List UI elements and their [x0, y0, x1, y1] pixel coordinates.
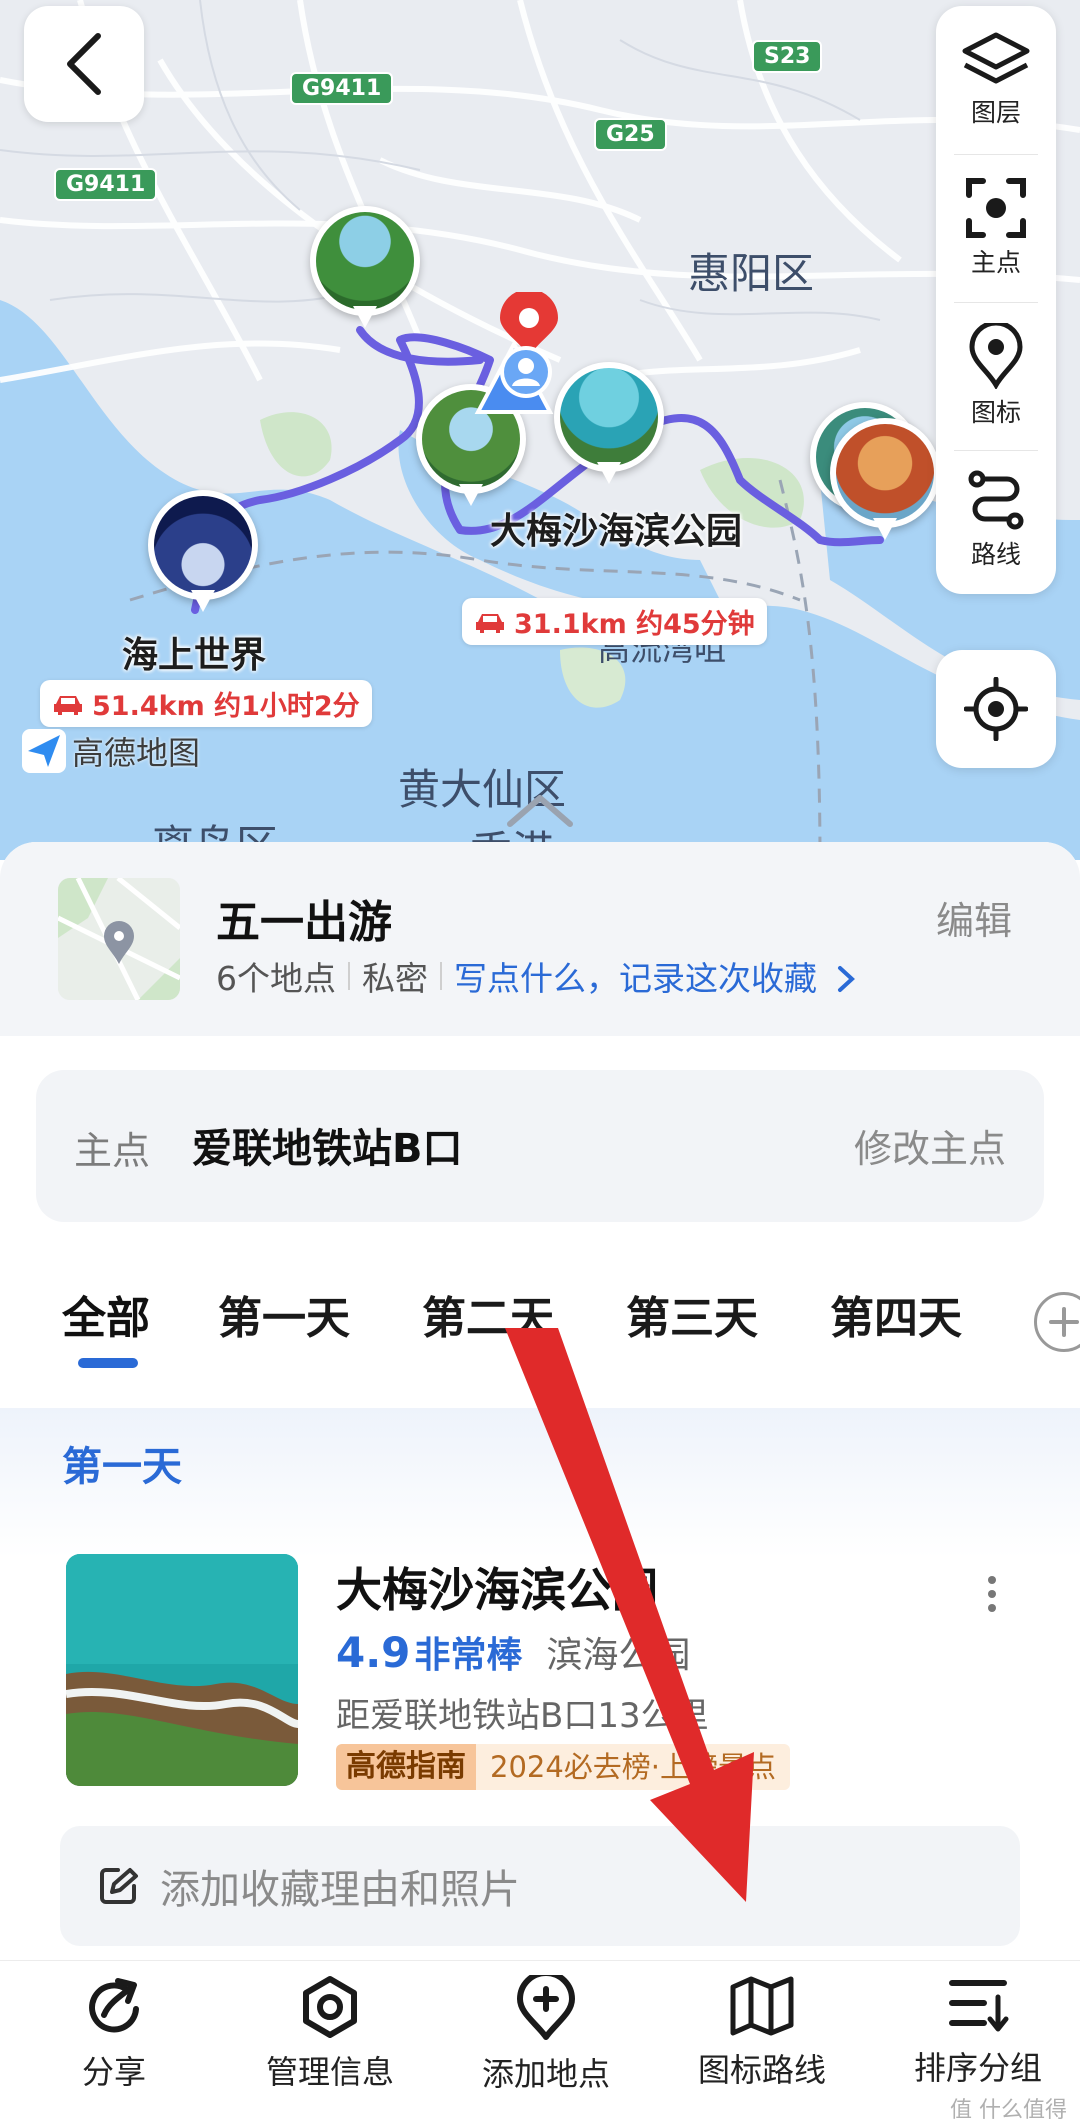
day-tabs: 全部 第一天 第二天 第三天 第四天 — [0, 1282, 1080, 1362]
tab-all[interactable]: 全部 — [62, 1282, 150, 1346]
poi-score: 4.9 — [336, 1628, 411, 1677]
watermark: 值 什么值得买 — [950, 2098, 1067, 2123]
active-tab-indicator — [78, 1358, 138, 1368]
drive-estimate: 31.1km 约45分钟 — [462, 598, 767, 645]
edit-icon — [100, 1868, 138, 1904]
chevron-up-icon[interactable] — [504, 790, 576, 830]
drive-estimate: 51.4km 约1小时2分 — [40, 680, 372, 727]
sort-group-label: 排序分组 — [913, 2049, 1042, 2087]
poi-photo[interactable] — [66, 1554, 298, 1786]
favorite-thumbnail — [58, 878, 180, 1000]
add-location-icon — [517, 1975, 575, 2040]
share-button[interactable]: 分享 — [14, 1975, 214, 2105]
favorite-meta: 6个地点 私密 写点什么，记录这次收藏 — [216, 952, 856, 1000]
layers-label: 图层 — [970, 98, 1021, 127]
highway-shield: S23 — [752, 40, 823, 73]
day-section-title: 第一天 — [62, 1444, 182, 1490]
sort-group-button[interactable]: 排序分组 — [878, 1975, 1078, 2105]
map-photo-pin[interactable] — [148, 490, 258, 618]
main-point-card: 主点 爱联地铁站B口 修改主点 — [36, 1070, 1044, 1222]
share-label: 分享 — [81, 2053, 146, 2091]
bottom-action-bar: 分享 管理信息 添加地点 图标路线 排序分组 — [0, 1960, 1080, 2128]
map-view[interactable]: G9411 G9411 S23 G25 惠阳区 黄大仙区 离岛区 香港 大梅沙海… — [0, 0, 1080, 860]
map-toolbar: 图层 主点 图标 路线 — [936, 6, 1056, 594]
route-label: 路线 — [970, 540, 1021, 569]
main-point-key: 主点 — [74, 1129, 151, 1173]
add-reason-field[interactable]: 添加收藏理由和照片 — [60, 1826, 1020, 1946]
poi-name[interactable]: 大梅沙海滨公园 — [336, 1554, 658, 1620]
icon-route-label: 图标路线 — [697, 2051, 826, 2089]
drive-estimate-text: 51.4km 约1小时2分 — [92, 691, 360, 722]
tab-day-4[interactable]: 第四天 — [830, 1282, 962, 1346]
focus-icon — [966, 178, 1026, 238]
car-icon — [476, 613, 504, 633]
back-arrow-icon — [67, 33, 101, 95]
note-link[interactable]: 写点什么，记录这次收藏 — [454, 952, 856, 1000]
favorite-header: 五一出游 6个地点 私密 写点什么，记录这次收藏 编辑 — [0, 842, 1080, 1036]
amap-logo: 高德地图 — [22, 728, 200, 774]
district-label: 惠阳区 — [688, 249, 815, 298]
add-location-button[interactable]: 添加地点 — [446, 1975, 646, 2105]
poi-rating: 4.9 非常棒 滨海公园 — [336, 1626, 690, 1678]
plus-icon — [1049, 1307, 1079, 1337]
settings-icon — [303, 1976, 357, 2038]
poi-score-word: 非常棒 — [414, 1635, 523, 1676]
back-button[interactable] — [24, 6, 144, 122]
main-point-label: 主点 — [970, 248, 1021, 277]
map-photo-pin[interactable] — [310, 206, 420, 334]
manage-info-label: 管理信息 — [265, 2053, 394, 2091]
poi-category: 滨海公园 — [546, 1635, 691, 1676]
guide-rank: 2024必去榜·上榜景点 — [476, 1744, 791, 1790]
user-location-icon — [474, 339, 554, 414]
amap-logo-icon — [22, 729, 66, 773]
manage-info-button[interactable]: 管理信息 — [230, 1975, 430, 2105]
add-location-label: 添加地点 — [481, 2055, 610, 2093]
favorites-sheet: 五一出游 6个地点 私密 写点什么，记录这次收藏 编辑 主点 爱联地铁站B口 修… — [0, 842, 1080, 2128]
main-point-value: 爱联地铁站B口 — [192, 1126, 463, 1172]
note-link-text: 写点什么，记录这次收藏 — [454, 959, 817, 998]
locate-icon — [964, 677, 1028, 741]
share-icon — [89, 1978, 139, 2033]
route-button[interactable]: 路线 — [936, 446, 1056, 594]
car-icon — [54, 695, 82, 715]
privacy-label: 私密 — [362, 959, 428, 998]
icon-label: 图标 — [970, 398, 1021, 427]
map-pin-icon — [969, 323, 1023, 389]
highway-shield: G9411 — [290, 72, 394, 105]
poi-photo-image — [66, 1554, 298, 1786]
tab-day-3[interactable]: 第三天 — [626, 1282, 758, 1346]
poi-guide-tag[interactable]: 高德指南 2024必去榜·上榜景点 — [336, 1744, 791, 1790]
drive-estimate-text: 31.1km 约45分钟 — [514, 609, 755, 640]
modify-main-point-button[interactable]: 修改主点 — [854, 1118, 1006, 1173]
map-route-icon — [730, 1976, 794, 2036]
edit-button[interactable]: 编辑 — [936, 890, 1012, 945]
locate-button[interactable] — [936, 650, 1056, 768]
place-count: 6个地点 — [216, 959, 336, 998]
map-poi-label: 大梅沙海滨公园 — [490, 511, 743, 552]
highway-shield: G9411 — [54, 168, 158, 201]
map-photo-pin[interactable] — [554, 362, 664, 490]
icon-button[interactable]: 图标 — [936, 302, 1056, 450]
add-reason-placeholder: 添加收藏理由和照片 — [160, 1867, 520, 1913]
tab-day-1[interactable]: 第一天 — [218, 1282, 350, 1346]
layers-button[interactable]: 图层 — [936, 6, 1056, 154]
map-thumbnail-icon — [58, 878, 180, 1000]
icon-route-button[interactable]: 图标路线 — [662, 1975, 862, 2105]
route-icon — [968, 470, 1024, 530]
highway-shield: G25 — [594, 118, 667, 151]
map-photo-pin[interactable] — [830, 418, 940, 546]
more-options-icon[interactable] — [972, 1564, 1012, 1624]
chevron-right-icon — [837, 966, 855, 992]
layers-icon — [962, 32, 1030, 84]
sort-icon — [949, 1980, 1009, 2032]
main-point-button[interactable]: 主点 — [936, 154, 1056, 302]
guide-brand: 高德指南 — [336, 1744, 476, 1790]
favorite-title: 五一出游 — [216, 897, 392, 948]
poi-distance: 距爱联地铁站B口13公里 — [336, 1696, 709, 1736]
tab-day-2[interactable]: 第二天 — [422, 1282, 554, 1346]
amap-logo-text: 高德地图 — [72, 734, 201, 772]
map-poi-label: 海上世界 — [122, 635, 267, 676]
